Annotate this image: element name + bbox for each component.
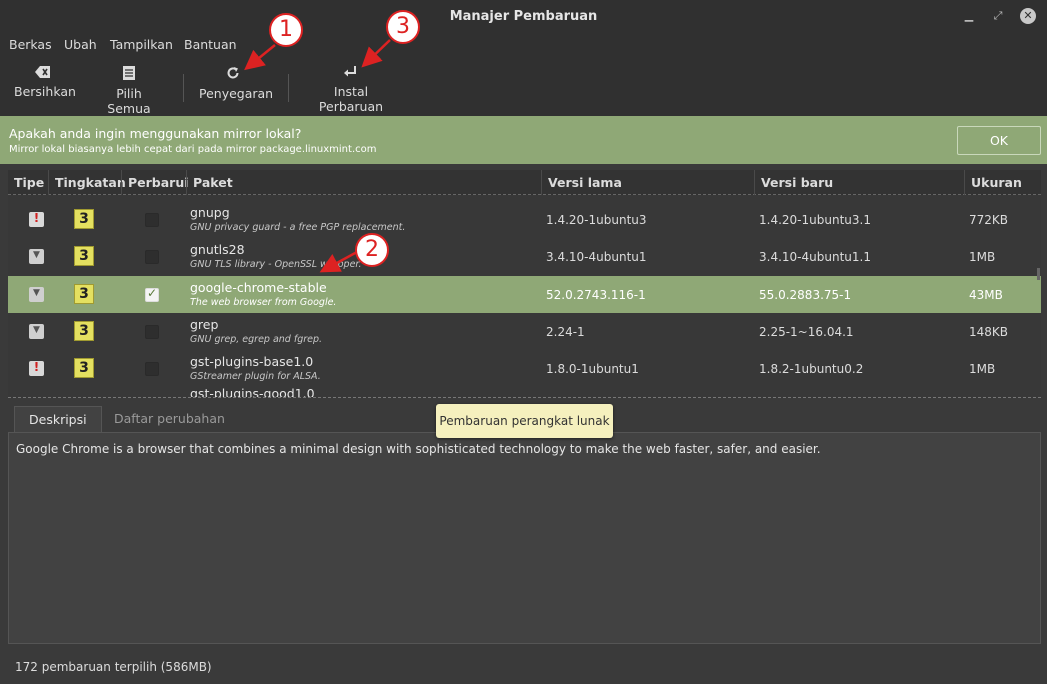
annotation-badge-1: 1 bbox=[269, 13, 303, 47]
annotation-arrow-3 bbox=[361, 39, 391, 68]
annotation-arrow-2 bbox=[319, 250, 358, 273]
annotation-badge-2: 2 bbox=[355, 233, 389, 267]
annotation-arrows bbox=[244, 39, 391, 273]
annotation-badge-3: 3 bbox=[386, 10, 420, 44]
annotation-arrow-1 bbox=[244, 44, 276, 71]
